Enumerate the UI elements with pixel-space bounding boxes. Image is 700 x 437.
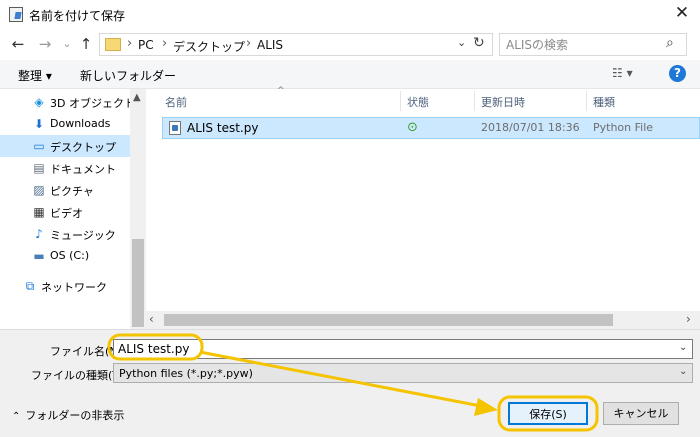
column-divider[interactable] [474,91,475,111]
back-arrow-icon[interactable]: ← [10,34,26,54]
3d-objects-icon: ◈ [34,95,44,109]
title-bar: 名前を付けて保存 ✕ [0,0,700,29]
sidebar-item-pictures[interactable]: ▨ ピクチャ [0,179,130,201]
organize-button[interactable]: 整理 ▾ [18,67,52,84]
breadcrumb-desktop[interactable]: デスクトップ [173,38,245,55]
help-icon[interactable]: ? [669,65,686,82]
horizontal-scrollbar[interactable]: ‹ › [146,311,700,329]
sidebar-item-music[interactable]: ♪ ミュージック [0,223,130,245]
sidebar-item-video[interactable]: ▦ ビデオ [0,201,130,223]
file-row[interactable]: ALIS test.py ⊙ 2018/07/01 18:36 Python F… [162,117,700,139]
scrollbar-thumb[interactable] [164,314,613,326]
sidebar-item-3d-objects[interactable]: ◈ 3D オブジェクト [0,91,135,113]
scrollbar-thumb[interactable] [132,239,144,327]
sidebar-item-label: ビデオ [50,207,83,220]
address-bar[interactable]: › PC › デスクトップ › ALIS ⌄ ↻ [99,33,493,56]
hide-folders-toggle[interactable]: ⌃ フォルダーの非表示 [12,407,124,423]
drive-icon: ▬ [33,249,45,263]
sidebar-item-label: ピクチャ [50,185,94,198]
file-date: 2018/07/01 18:36 [481,121,580,134]
chevron-up-icon: ⌃ [12,411,21,422]
scroll-left-icon[interactable]: ‹ [149,312,154,326]
column-divider[interactable] [400,91,401,111]
sidebar-item-desktop[interactable]: ▭ デスクトップ [0,135,130,157]
breadcrumb-separator: › [127,36,133,51]
recent-locations-icon[interactable]: ⌄ [61,34,73,54]
sidebar-item-network[interactable]: ⧉ ネットワーク [0,275,130,297]
document-icon: ▤ [33,161,45,175]
filetype-select[interactable]: Python files (*.py;*.pyw) ⌄ [113,363,693,383]
breadcrumb-separator: › [162,36,168,51]
pictures-icon: ▨ [33,183,45,197]
network-icon: ⧉ [25,279,35,293]
python-file-icon [169,121,181,135]
column-divider[interactable] [586,91,587,111]
sidebar-item-documents[interactable]: ▤ ドキュメント [0,157,130,179]
save-button[interactable]: 保存(S) [508,402,588,425]
sidebar-item-label: ドキュメント [50,163,116,176]
sidebar-item-os-drive[interactable]: ▬ OS (C:) [0,245,130,267]
chevron-down-icon[interactable]: ⌄ [679,366,687,377]
folder-icon [105,38,121,51]
hide-folders-label: フォルダーの非表示 [25,409,125,422]
scroll-up-icon[interactable]: ▲ [133,92,141,103]
sidebar-item-label: OS (C:) [50,249,90,262]
column-header-type[interactable]: 種類 [593,94,615,110]
new-folder-button[interactable]: 新しいフォルダー [80,67,176,84]
filename-combobox[interactable]: ⌄ [113,339,693,359]
breadcrumb-separator: › [246,36,252,51]
column-header-name[interactable]: 名前 [165,94,187,110]
close-icon[interactable]: ✕ [670,2,694,24]
file-name: ALIS test.py [187,121,259,135]
file-type: Python File [593,121,654,134]
app-icon [9,7,23,22]
filetype-value: Python files (*.py;*.pyw) [119,367,253,380]
forward-arrow-icon[interactable]: → [37,34,53,54]
sort-ascending-icon: ^ [277,86,285,96]
scroll-right-icon[interactable]: › [686,312,691,326]
view-options-icon[interactable]: ☷ ▾ [612,66,633,80]
sidebar-scrollbar[interactable]: ▲ [130,89,146,329]
chevron-down-icon[interactable]: ⌄ [679,342,687,353]
up-arrow-icon[interactable]: ↑ [79,34,93,54]
sidebar-item-label: ネットワーク [41,281,107,294]
video-icon: ▦ [33,205,45,219]
search-box[interactable]: ⌕ [499,33,687,56]
sidebar-item-label: デスクトップ [50,141,116,154]
sidebar-item-label: ミュージック [50,229,116,242]
navigation-pane: ◈ 3D オブジェクト ⬇ Downloads ▭ デスクトップ ▤ ドキュメン… [0,89,146,329]
sidebar-item-downloads[interactable]: ⬇ Downloads [0,113,130,135]
file-list: ^ 名前 状態 更新日時 種類 ALIS test.py ⊙ 2018/07/0… [146,86,700,329]
music-icon: ♪ [35,227,43,241]
filename-field[interactable] [118,341,658,357]
refresh-icon[interactable]: ↻ [473,35,485,51]
command-toolbar: 整理 ▾ 新しいフォルダー ☷ ▾ ? [0,60,700,89]
search-icon[interactable]: ⌕ [666,35,674,51]
column-header-date[interactable]: 更新日時 [481,94,525,110]
sidebar-item-label: 3D オブジェクト [50,97,135,110]
breadcrumb-alis[interactable]: ALIS [257,38,283,52]
column-header-status[interactable]: 状態 [407,94,429,110]
download-icon: ⬇ [33,117,45,131]
chevron-down-icon[interactable]: ⌄ [457,36,466,49]
desktop-icon: ▭ [33,139,45,153]
save-options-panel: ファイル名(N): ⌄ ファイルの種類(T): Python files (*.… [0,329,700,437]
navigation-bar: ← → ⌄ ↑ › PC › デスクトップ › ALIS ⌄ ↻ ⌕ [0,29,700,60]
window-title: 名前を付けて保存 [29,9,126,23]
cancel-button[interactable]: キャンセル [603,402,679,425]
breadcrumb-pc[interactable]: PC [138,38,154,52]
sync-status-icon: ⊙ [407,120,418,135]
sidebar-item-label: Downloads [50,117,111,130]
search-input[interactable] [506,37,656,53]
